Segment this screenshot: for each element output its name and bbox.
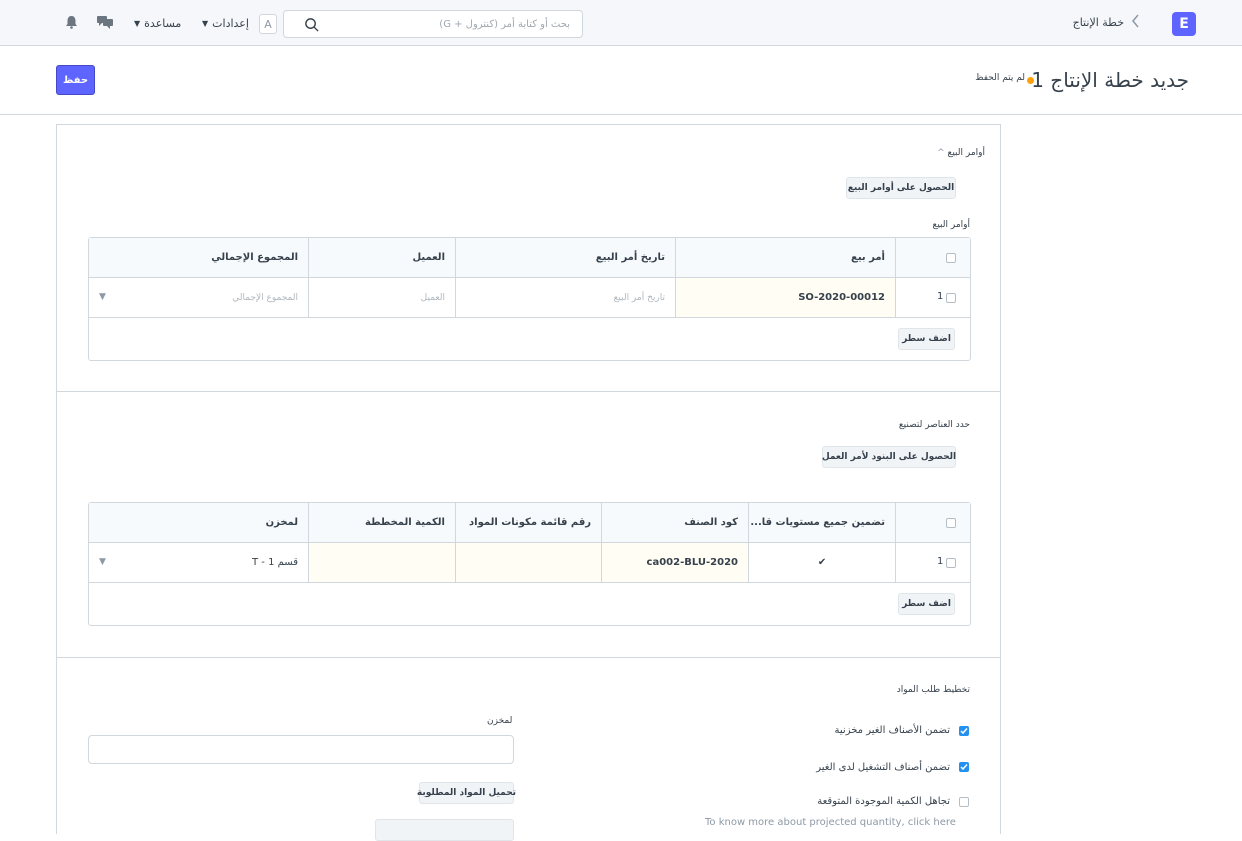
grand-total-cell[interactable]: المجموع الإجمالي ▼ xyxy=(89,278,308,317)
help-label: مساعدة xyxy=(144,17,182,30)
chevron-left-icon xyxy=(1131,14,1141,32)
section-heading-sales-orders[interactable]: أوامر البيع ^ xyxy=(937,148,985,158)
caret-down-icon[interactable]: ▼ xyxy=(99,292,106,302)
sales-order-cell[interactable]: SO-2020-00012 xyxy=(675,278,895,317)
section-heading-items: حدد العناصر لتصنيع xyxy=(898,420,970,430)
navbar: E خطة الإنتاج بحث أو كتابة أمر (كنترول +… xyxy=(0,0,1242,46)
get-items-button[interactable]: الحصول على البنود لأمر العمل xyxy=(822,446,956,468)
chat-icon[interactable] xyxy=(97,15,113,29)
items-table: تضمين جميع مستويات قا... كود الصنف رقم ق… xyxy=(88,502,971,626)
ignore-projected-qty-label: تجاهل الكمية الموجودة المتوقعة xyxy=(817,796,950,807)
row-index: 1 xyxy=(937,556,944,567)
column-header-grand-total[interactable]: المجموع الإجمالي xyxy=(89,238,308,277)
help-menu[interactable]: مساعدة ▼ xyxy=(134,17,181,30)
settings-label: إعدادات xyxy=(212,17,249,30)
warehouse-field-label: لمخزن xyxy=(487,716,513,726)
section-divider xyxy=(57,657,1000,658)
add-row-button[interactable]: اضف سطر xyxy=(898,593,955,615)
column-header-planned-qty[interactable]: الكمية المخططة xyxy=(308,503,455,542)
search-icon xyxy=(305,18,319,32)
search-placeholder: بحث أو كتابة أمر (كنترول + G) xyxy=(439,19,570,30)
column-header-bom[interactable]: رقم قائمة مكونات المواد xyxy=(455,503,601,542)
column-header-include-all-levels[interactable]: تضمين جميع مستويات قا... xyxy=(748,503,895,542)
chevron-up-icon: ^ xyxy=(937,148,945,158)
include-all-levels-cell[interactable]: ✔ xyxy=(748,543,895,582)
column-header-item-code[interactable]: كود الصنف xyxy=(601,503,748,542)
sales-orders-table-label: أوامر البيع xyxy=(932,220,970,230)
column-header-customer[interactable]: العميل xyxy=(308,238,455,277)
item-code-cell[interactable]: ca002-BLU-2020 xyxy=(601,543,748,582)
page-title: جديد خطة الإنتاج 1 xyxy=(1031,68,1189,92)
get-sales-orders-button[interactable]: الحصول على أوامر البيع xyxy=(846,177,956,199)
row-checkbox[interactable] xyxy=(946,558,956,568)
app-logo[interactable]: E xyxy=(1172,12,1196,36)
customer-cell[interactable]: العميل xyxy=(308,278,455,317)
order-date-cell[interactable]: تاريخ أمر البيع xyxy=(455,278,675,317)
breadcrumb[interactable]: خطة الإنتاج xyxy=(1073,16,1124,29)
select-all-checkbox[interactable] xyxy=(946,253,956,263)
bom-cell[interactable] xyxy=(455,543,601,582)
caret-down-icon: ▼ xyxy=(134,19,141,28)
status-badge: لم يتم الحفظ xyxy=(975,73,1025,83)
warehouse-input[interactable] xyxy=(88,735,514,764)
include-non-stock-label: تضمن الأصناف الغير مخزنية xyxy=(834,725,950,736)
add-row-button[interactable]: اضف سطر xyxy=(898,328,955,350)
include-non-stock-checkbox[interactable] xyxy=(959,726,969,736)
form-body: أوامر البيع ^ الحصول على أوامر البيع أوا… xyxy=(56,124,1001,841)
column-header-sales-order[interactable]: أمر بيع xyxy=(675,238,895,277)
page-header: جديد خطة الإنتاج 1 لم يتم الحفظ xyxy=(0,46,1242,115)
caret-down-icon: ▼ xyxy=(202,19,209,28)
table-row[interactable]: 1 ✔ ca002-BLU-2020 قسم 1 - T ▼ xyxy=(89,543,970,583)
planned-qty-cell[interactable] xyxy=(308,543,455,582)
bell-icon[interactable] xyxy=(65,15,78,29)
column-header-order-date[interactable]: تاريخ أمر البيع xyxy=(455,238,675,277)
include-subcontracted-label: تضمن أصناف التشغيل لدى الغير xyxy=(816,762,950,773)
table-header-row: تضمين جميع مستويات قا... كود الصنف رقم ق… xyxy=(89,503,970,543)
download-materials-button[interactable]: تحميل المواد المطلوبة xyxy=(417,782,516,804)
caret-down-icon[interactable]: ▼ xyxy=(99,557,106,567)
sales-orders-table: أمر بيع تاريخ أمر البيع العميل المجموع ا… xyxy=(88,237,971,361)
section-divider xyxy=(57,391,1000,392)
partial-button[interactable] xyxy=(375,819,514,841)
row-checkbox[interactable] xyxy=(946,293,956,303)
section-heading-material-planning: تخطيط طلب المواد xyxy=(896,685,970,695)
save-button[interactable]: حفظ xyxy=(56,65,95,95)
table-row[interactable]: 1 SO-2020-00012 تاريخ أمر البيع العميل ا… xyxy=(89,278,970,318)
include-subcontracted-checkbox[interactable] xyxy=(959,762,969,772)
table-header-row: أمر بيع تاريخ أمر البيع العميل المجموع ا… xyxy=(89,238,970,278)
row-index: 1 xyxy=(937,291,944,302)
column-header-warehouse[interactable]: لمخزن xyxy=(89,503,308,542)
projected-qty-help-link[interactable]: To know more about projected quantity, c… xyxy=(705,817,956,828)
warehouse-cell[interactable]: قسم 1 - T ▼ xyxy=(89,543,308,582)
select-all-checkbox[interactable] xyxy=(946,518,956,528)
settings-menu[interactable]: إعدادات ▼ xyxy=(202,17,249,30)
avatar[interactable]: A xyxy=(259,14,277,34)
search-input[interactable]: بحث أو كتابة أمر (كنترول + G) xyxy=(283,10,583,38)
ignore-projected-qty-checkbox[interactable] xyxy=(959,797,969,807)
unsaved-indicator-icon xyxy=(1027,77,1034,84)
